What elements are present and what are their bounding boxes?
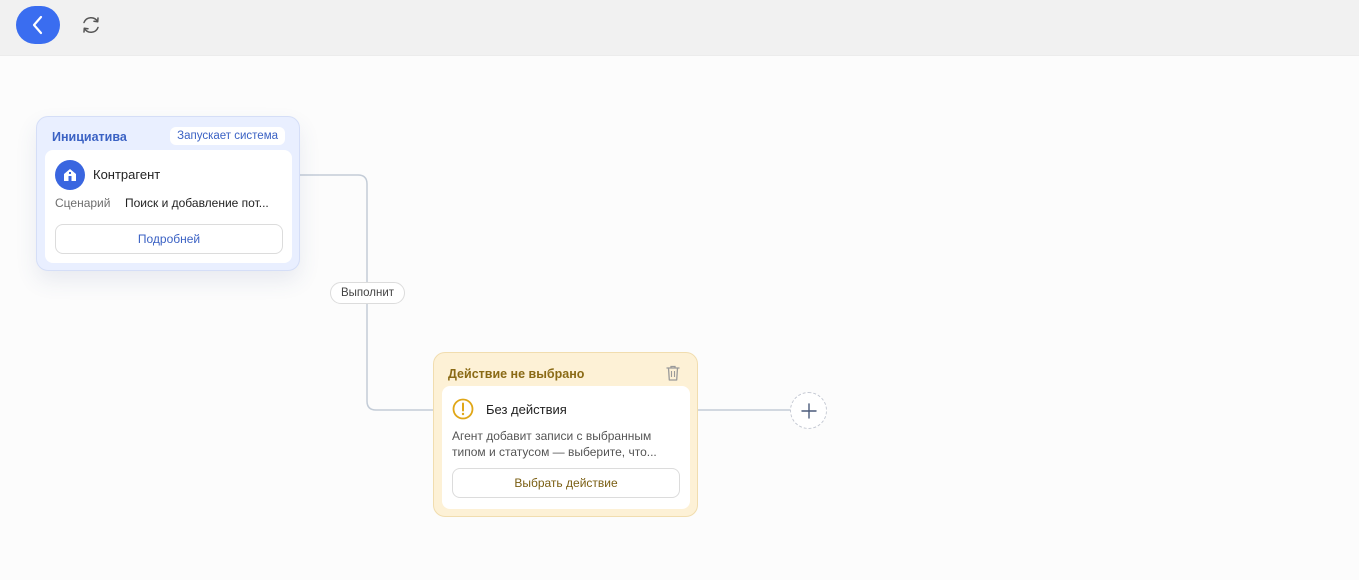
refresh-icon <box>83 16 99 34</box>
warning-icon <box>452 398 474 420</box>
back-button[interactable] <box>16 6 60 44</box>
plus-icon <box>800 402 817 419</box>
top-toolbar <box>0 0 1359 56</box>
scenario-label: Сценарий <box>55 196 111 210</box>
description-line-2: типом и статусом — выберите, что... <box>452 445 657 459</box>
counterparty-title: Контрагент <box>93 167 161 182</box>
scenario-value: Поиск и добавление пот... <box>125 196 269 210</box>
initiative-card: Контрагент Сценарий Поиск и добавление по… <box>45 150 292 263</box>
edge-label: Выполнит <box>330 282 405 304</box>
action-description: Агент добавит записи с выбранным типом и… <box>452 428 682 460</box>
scenario-row: Сценарий Поиск и добавление пот... <box>55 196 287 210</box>
no-action-title: Без действия <box>486 402 567 417</box>
chevron-left-icon <box>32 15 43 35</box>
action-header: Действие не выбрано <box>448 367 585 381</box>
description-line-1: Агент добавит записи с выбранным <box>452 429 652 443</box>
initiative-node[interactable]: Инициатива Запускает система Контрагент … <box>36 116 300 271</box>
trigger-badge: Запускает система <box>170 127 285 145</box>
building-icon <box>55 160 85 190</box>
details-button[interactable]: Подробней <box>55 224 283 254</box>
refresh-button[interactable] <box>76 10 106 40</box>
action-node[interactable]: Действие не выбрано Без действия Агент д… <box>433 352 698 517</box>
action-card: Без действия Агент добавит записи с выбр… <box>442 386 690 509</box>
trash-icon[interactable] <box>665 364 681 382</box>
add-node-button[interactable] <box>790 392 827 429</box>
select-action-button[interactable]: Выбрать действие <box>452 468 680 498</box>
initiative-header: Инициатива <box>52 130 127 144</box>
